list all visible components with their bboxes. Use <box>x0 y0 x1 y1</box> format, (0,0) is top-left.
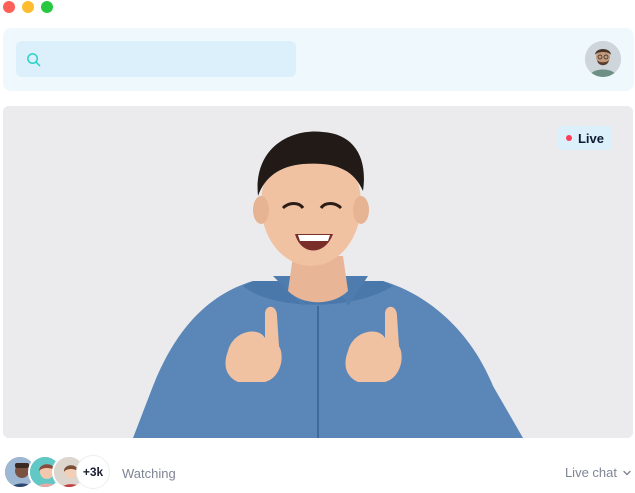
live-chat-label: Live chat <box>564 465 617 480</box>
streamer-video-frame <box>3 106 633 438</box>
viewer-bar: +3k Watching Live chat <box>0 452 635 492</box>
user-avatar-image <box>585 41 621 77</box>
live-dot-icon <box>565 135 572 141</box>
live-video-player[interactable]: Live <box>3 106 633 438</box>
minimize-window-button[interactable] <box>22 1 34 13</box>
top-bar <box>3 28 634 91</box>
live-chat-toggle[interactable]: Live chat <box>565 465 632 480</box>
search-input[interactable] <box>48 41 292 79</box>
chevron-down-icon <box>623 470 631 475</box>
window-controls <box>3 1 53 13</box>
maximize-window-button[interactable] <box>41 1 53 13</box>
watching-label: Watching <box>122 466 176 481</box>
live-label: Live <box>577 130 604 146</box>
search-icon <box>27 53 41 67</box>
close-window-button[interactable] <box>3 1 15 13</box>
user-avatar[interactable] <box>585 41 621 77</box>
live-badge: Live <box>557 126 612 150</box>
more-viewers-count[interactable]: +3k <box>76 455 110 489</box>
search-bar[interactable] <box>16 41 296 79</box>
